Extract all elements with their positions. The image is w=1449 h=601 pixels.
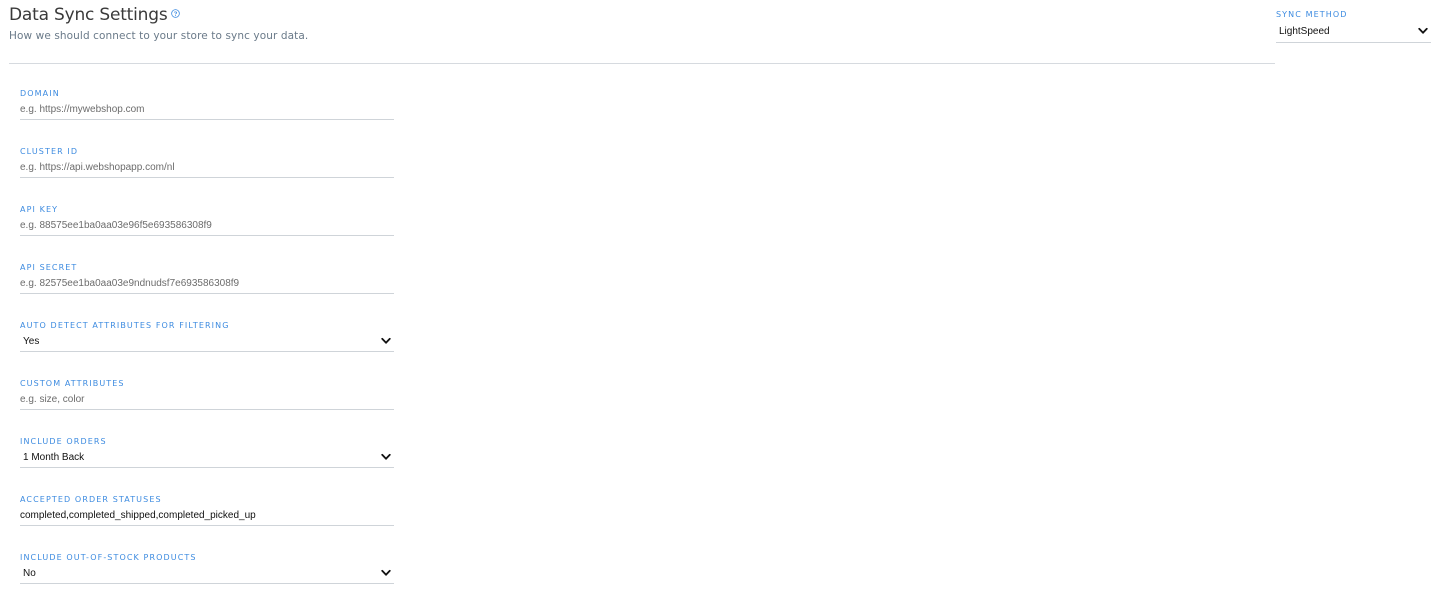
include-oos-select[interactable]: No (20, 563, 394, 584)
data-sync-settings-page: Data Sync Settings How we should connect… (0, 0, 1449, 601)
domain-input-wrapper (20, 99, 394, 120)
sync-method-label: SYNC METHOD (1276, 10, 1348, 19)
auto-detect-select[interactable]: Yes (20, 331, 394, 352)
sync-settings-form: DOMAIN CLUSTER ID API KEY API SECRET AUT (20, 89, 394, 601)
api-secret-field: API SECRET (20, 263, 394, 321)
page-title: Data Sync Settings (9, 5, 168, 25)
cluster-id-field: CLUSTER ID (20, 147, 394, 205)
cluster-id-input-wrapper (20, 157, 394, 178)
sync-method-field: SYNC METHOD LightSpeed (1276, 10, 1431, 43)
accepted-statuses-label: ACCEPTED ORDER STATUSES (20, 495, 162, 504)
domain-label: DOMAIN (20, 89, 60, 98)
question-circle-icon[interactable] (170, 8, 180, 18)
include-orders-value: 1 Month Back (23, 451, 85, 463)
cluster-id-input[interactable] (20, 161, 394, 173)
custom-attributes-input[interactable] (20, 393, 394, 405)
domain-field: DOMAIN (20, 89, 394, 147)
custom-attributes-label: CUSTOM ATTRIBUTES (20, 379, 125, 388)
api-key-input[interactable] (20, 219, 394, 231)
api-key-label: API KEY (20, 205, 59, 214)
auto-detect-field: AUTO DETECT ATTRIBUTES FOR FILTERING Yes (20, 321, 394, 379)
chevron-down-icon (381, 453, 391, 460)
include-oos-value: No (23, 567, 36, 579)
include-orders-select[interactable]: 1 Month Back (20, 447, 394, 468)
chevron-down-icon (381, 569, 391, 576)
accepted-statuses-input[interactable] (20, 509, 394, 521)
sync-method-value: LightSpeed (1279, 25, 1330, 37)
chevron-down-icon (381, 337, 391, 344)
api-secret-input-wrapper (20, 273, 394, 294)
include-orders-field: INCLUDE ORDERS 1 Month Back (20, 437, 394, 495)
chevron-down-icon (1418, 27, 1428, 34)
api-key-input-wrapper (20, 215, 394, 236)
auto-detect-label: AUTO DETECT ATTRIBUTES FOR FILTERING (20, 321, 230, 330)
api-key-field: API KEY (20, 205, 394, 263)
page-header: Data Sync Settings How we should connect… (9, 4, 308, 42)
page-subtitle: How we should connect to your store to s… (9, 30, 309, 42)
include-oos-label: INCLUDE OUT-OF-STOCK PRODUCTS (20, 553, 197, 562)
api-secret-label: API SECRET (20, 263, 78, 272)
api-secret-input[interactable] (20, 277, 394, 289)
cluster-id-label: CLUSTER ID (20, 147, 79, 156)
include-oos-field: INCLUDE OUT-OF-STOCK PRODUCTS No (20, 553, 394, 601)
title-row: Data Sync Settings (9, 4, 308, 26)
auto-detect-value: Yes (23, 335, 40, 347)
header-divider (9, 63, 1275, 64)
custom-attributes-field: CUSTOM ATTRIBUTES (20, 379, 394, 437)
include-orders-label: INCLUDE ORDERS (20, 437, 107, 446)
accepted-statuses-input-wrapper (20, 505, 394, 526)
sync-method-select[interactable]: LightSpeed (1276, 20, 1431, 43)
custom-attributes-input-wrapper (20, 389, 394, 410)
accepted-statuses-field: ACCEPTED ORDER STATUSES (20, 495, 394, 553)
domain-input[interactable] (20, 103, 394, 115)
